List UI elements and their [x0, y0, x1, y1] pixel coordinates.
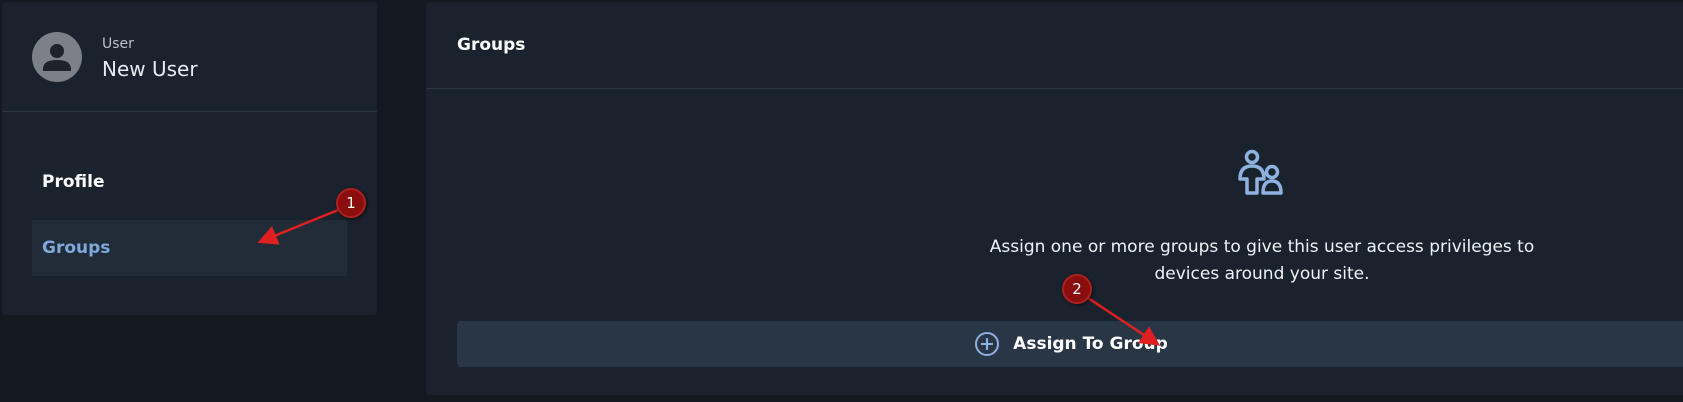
annotation-marker-1: 1 [336, 188, 366, 218]
sidebar-item-label: Groups [42, 238, 111, 258]
groups-panel: Groups Assign one or more groups to give… [426, 2, 1683, 395]
plus-circle-icon [975, 332, 1000, 356]
groups-icon [1238, 149, 1283, 195]
user-role-label: User [102, 36, 134, 52]
person-icon [43, 44, 71, 71]
sidebar-item-profile[interactable]: Profile [32, 154, 347, 210]
page: User New User Profile Groups Groups Assi… [0, 0, 1683, 402]
sidebar-item-label: Profile [42, 172, 105, 192]
user-sidebar: User New User Profile Groups [2, 2, 377, 315]
annotation-marker-2: 2 [1062, 274, 1092, 304]
user-name: New User [102, 57, 198, 81]
sidebar-item-groups[interactable]: Groups [32, 220, 347, 276]
panel-header: Groups [426, 2, 1683, 89]
avatar [32, 32, 82, 82]
assign-to-group-button[interactable]: Assign To Group [457, 321, 1683, 367]
empty-state-message: Assign one or more groups to give this u… [989, 237, 1535, 284]
user-header: User New User [2, 2, 377, 112]
page-title: Groups [457, 35, 526, 55]
assign-button-label: Assign To Group [1013, 334, 1168, 354]
